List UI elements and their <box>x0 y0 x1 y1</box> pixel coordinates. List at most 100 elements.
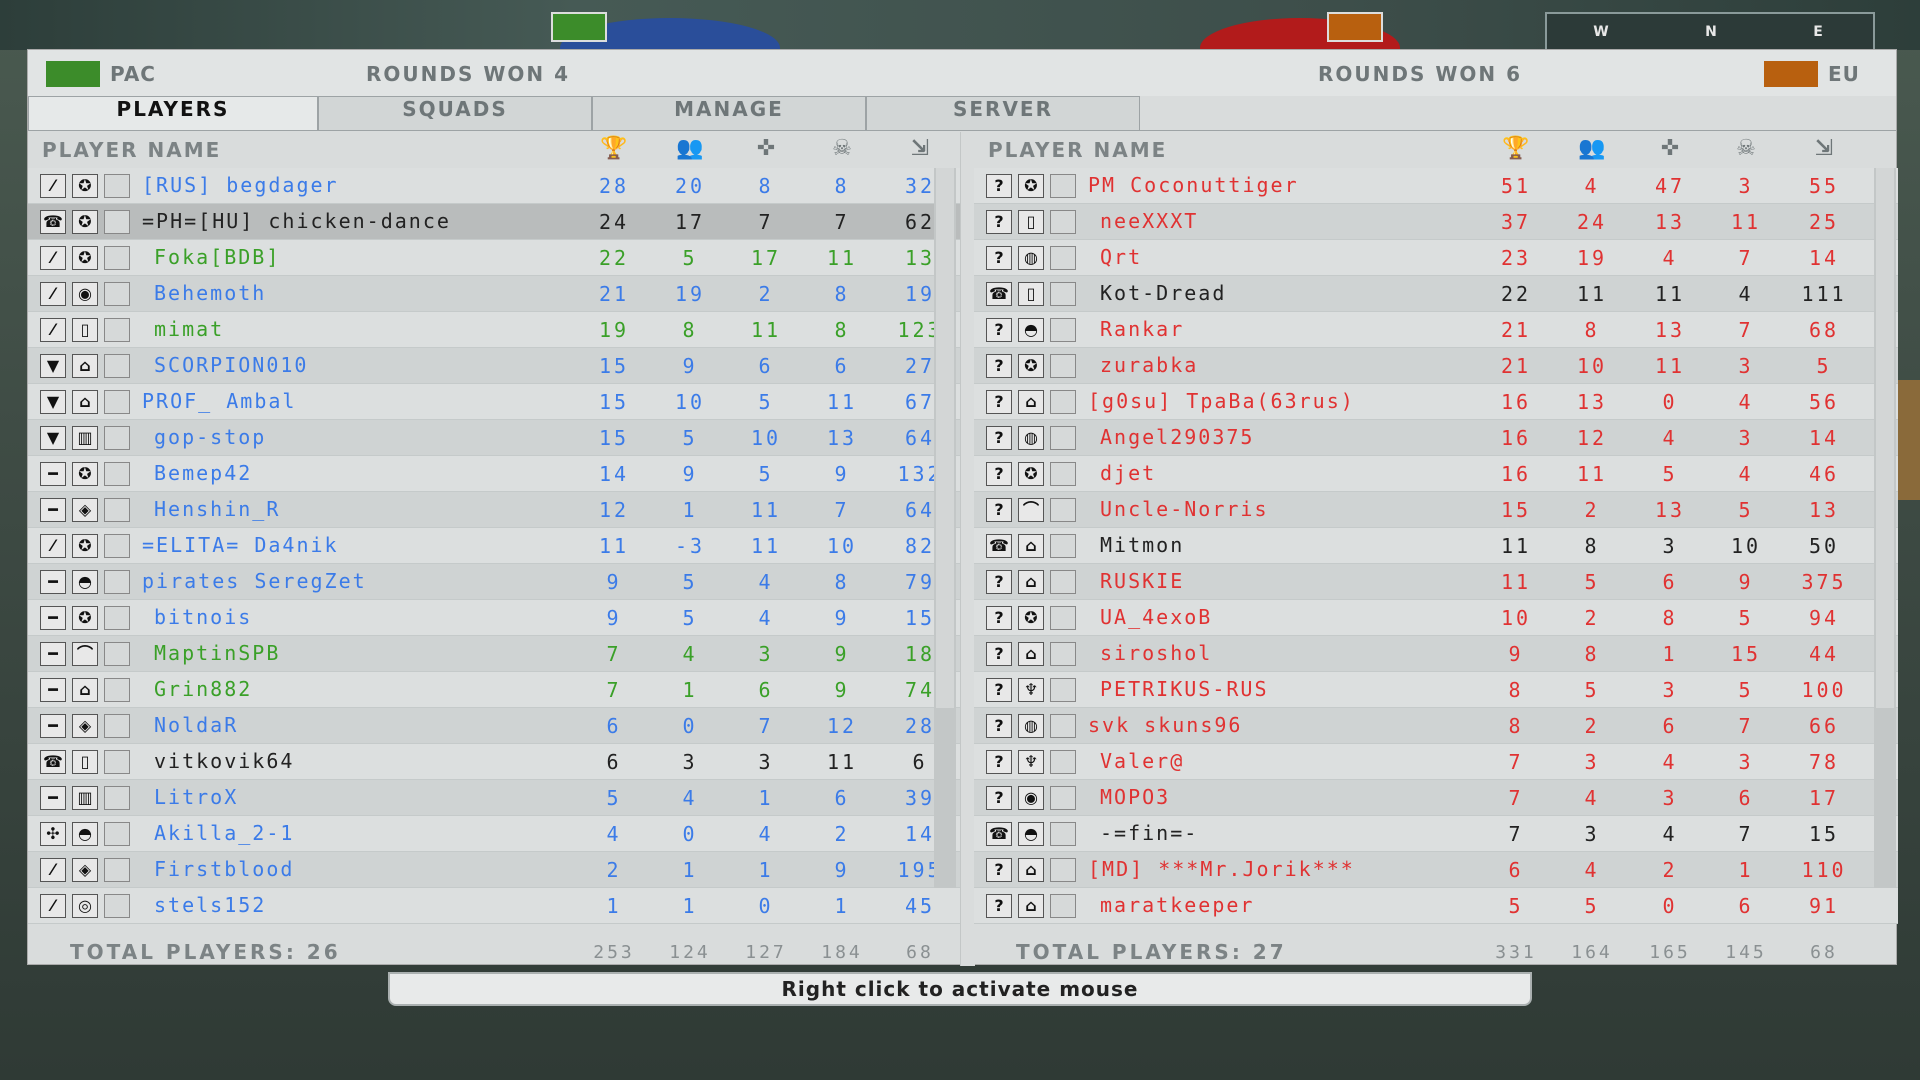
player-row[interactable]: ⁄ ✪ Foka[BDB] 22 5 17 11 13 <box>28 240 960 276</box>
player-row[interactable]: ⁄ ✪ [RUS] begdager 28 20 8 8 32 <box>28 168 960 204</box>
crosshair-icon[interactable]: ✜ <box>1653 136 1687 162</box>
player-row[interactable]: ━ ⌂ Grin882 7 1 6 9 74 <box>28 672 960 708</box>
player-row[interactable]: ? ⌂ maratkeeper 5 5 0 6 91 <box>974 888 1898 924</box>
player-name-header[interactable]: PLAYER NAME <box>988 138 1167 162</box>
player-row[interactable]: ? ▯ neeXXXT 37 24 13 11 25 <box>974 204 1898 240</box>
player-score: 10 <box>1500 606 1532 630</box>
eu-scroll-thumb[interactable] <box>1876 168 1894 708</box>
player-row[interactable]: ? ◍ svk skuns96 8 2 6 7 66 <box>974 708 1898 744</box>
player-ping: 68 <box>1808 318 1840 342</box>
player-row[interactable]: ━ ✪ Bemep42 14 9 5 9 132 <box>28 456 960 492</box>
player-ping: 5 <box>1816 354 1832 378</box>
player-row[interactable]: ? ✪ UA_4exoB 10 2 8 5 94 <box>974 600 1898 636</box>
player-name: NoldaR <box>154 713 239 737</box>
player-ping: 14 <box>1808 426 1840 450</box>
player-row[interactable]: ? ⌂ RUSKIE 11 5 6 9 375 <box>974 564 1898 600</box>
player-deaths: 11 <box>826 750 858 774</box>
player-row[interactable]: ☎ ▯ Kot-Dread 22 11 11 4 111 <box>974 276 1898 312</box>
tab-squads[interactable]: SQUADS <box>318 96 592 130</box>
player-row[interactable]: ? ⌂ [MD] ***Mr.Jorik*** 6 4 2 1 110 <box>974 852 1898 888</box>
compass-east: E <box>1813 24 1827 40</box>
player-row[interactable]: ? ♆ Valer@ 7 3 4 3 78 <box>974 744 1898 780</box>
player-teamwork: 4 <box>1662 246 1678 270</box>
score-trophy-icon[interactable]: 🏆 <box>597 136 631 162</box>
player-row[interactable]: ? ⌂ siroshol 9 8 1 15 44 <box>974 636 1898 672</box>
deaths-skull-icon[interactable]: ☠ <box>825 136 859 162</box>
deaths-skull-icon[interactable]: ☠ <box>1729 136 1763 162</box>
player-name-header[interactable]: PLAYER NAME <box>42 138 221 162</box>
ping-icon[interactable]: ⇲ <box>903 136 937 162</box>
player-row[interactable]: ━ ◓ pirates SeregZet 9 5 4 8 79 <box>28 564 960 600</box>
kills-soldiers-icon[interactable]: 👥 <box>673 136 707 162</box>
player-ping: 25 <box>1808 210 1840 234</box>
player-row[interactable]: ━ ▥ LitroX 5 4 1 6 39 <box>28 780 960 816</box>
tab-server[interactable]: SERVER <box>866 96 1140 130</box>
player-row[interactable]: ☎ ⌂ Mitmon 11 8 3 10 50 <box>974 528 1898 564</box>
player-kills: 17 <box>674 210 706 234</box>
squad-slot <box>1050 570 1076 594</box>
player-row[interactable]: ? ♆ PETRIKUS-RUS 8 5 3 5 100 <box>974 672 1898 708</box>
player-row[interactable]: ? ◓ Rankar 21 8 13 7 68 <box>974 312 1898 348</box>
player-row[interactable]: ☎ ▯ vitkovik64 6 3 3 11 6 <box>28 744 960 780</box>
rifle-kit-icon: ⁄ <box>40 246 66 270</box>
player-teamwork: 0 <box>1662 894 1678 918</box>
player-row[interactable]: ⁄ ▯ mimat 19 8 11 8 123 <box>28 312 960 348</box>
score-trophy-icon[interactable]: 🏆 <box>1499 136 1533 162</box>
player-row[interactable]: ⁄ ◎ stels152 1 1 0 1 45 <box>28 888 960 924</box>
player-teamwork: 2 <box>758 282 774 306</box>
player-row[interactable]: ? ◍ Angel290375 16 12 4 3 14 <box>974 420 1898 456</box>
player-deaths: 11 <box>826 246 858 270</box>
pac-total-players: TOTAL PLAYERS: 26 <box>70 940 341 964</box>
rank-icon: ▯ <box>72 318 98 342</box>
kills-soldiers-icon[interactable]: 👥 <box>1575 136 1609 162</box>
eu-scrollbar[interactable] <box>1874 168 1896 888</box>
player-name: Foka[BDB] <box>154 245 281 269</box>
player-row[interactable]: ? ◉ MOPO3 7 4 3 6 17 <box>974 780 1898 816</box>
total-ping: 68 <box>1810 942 1838 963</box>
squad-slot <box>1050 210 1076 234</box>
tab-manage[interactable]: MANAGE <box>592 96 866 130</box>
player-row[interactable]: ⁄ ✪ =ELITA= Da4nik 11 -3 11 10 82 <box>28 528 960 564</box>
player-row[interactable]: ▼ ▥ gop-stop 15 5 10 13 64 <box>28 420 960 456</box>
player-row[interactable]: ━ ⌒ MaptinSPB 7 4 3 9 18 <box>28 636 960 672</box>
player-row[interactable]: ━ ◈ NoldaR 6 0 7 12 28 <box>28 708 960 744</box>
player-row[interactable]: ━ ◈ Henshin_R 12 1 11 7 64 <box>28 492 960 528</box>
ping-icon[interactable]: ⇲ <box>1807 136 1841 162</box>
player-teamwork: 11 <box>1654 282 1686 306</box>
rifle-kit-icon: ⁄ <box>40 282 66 306</box>
pac-scrollbar[interactable] <box>934 168 956 888</box>
player-name: mimat <box>154 317 225 341</box>
player-teamwork: 8 <box>758 174 774 198</box>
commander-kit-icon: ☎ <box>986 534 1012 558</box>
player-row[interactable]: ▼ ⌂ SCORPION010 15 9 6 6 27 <box>28 348 960 384</box>
player-row[interactable]: ☎ ✪ =PH=[HU] chicken-dance 24 17 7 7 62 <box>28 204 960 240</box>
player-row[interactable]: ? ◍ Qrt 23 19 4 7 14 <box>974 240 1898 276</box>
player-row[interactable]: ? ✪ PM Coconuttiger 51 4 47 3 55 <box>974 168 1898 204</box>
player-score: 37 <box>1500 210 1532 234</box>
rank-icon: ◓ <box>1018 822 1044 846</box>
player-score: 6 <box>1508 858 1524 882</box>
tab-players[interactable]: PLAYERS <box>28 96 318 130</box>
player-row[interactable]: ⁄ ◈ Firstblood 2 1 1 9 195 <box>28 852 960 888</box>
player-name: RUSKIE <box>1100 569 1185 593</box>
player-name: Firstblood <box>154 857 295 881</box>
player-row[interactable]: ✣ ◓ Akilla_2-1 4 0 4 2 14 <box>28 816 960 852</box>
player-ping: 14 <box>1808 246 1840 270</box>
player-row[interactable]: ? ⌂ [g0su] TpaBa(63rus) 16 13 0 4 56 <box>974 384 1898 420</box>
commander-kit-icon: ☎ <box>986 822 1012 846</box>
player-row[interactable]: ▼ ⌂ PROF_ Ambal 15 10 5 11 67 <box>28 384 960 420</box>
pac-scroll-thumb[interactable] <box>936 168 954 708</box>
player-row[interactable]: ? ✪ zurabka 21 10 11 3 5 <box>974 348 1898 384</box>
player-row[interactable]: ? ✪ djet 16 11 5 4 46 <box>974 456 1898 492</box>
player-kills: 19 <box>674 282 706 306</box>
player-row[interactable]: ⁄ ◉ Behemoth 21 19 2 8 19 <box>28 276 960 312</box>
crosshair-icon[interactable]: ✜ <box>749 136 783 162</box>
player-kills: 1 <box>682 858 698 882</box>
player-row[interactable]: ☎ ◓ -=fin=- 7 3 4 7 15 <box>974 816 1898 852</box>
unknown-kit-icon: ? <box>986 606 1012 630</box>
player-row[interactable]: ━ ✪ bitnois 9 5 4 9 15 <box>28 600 960 636</box>
unknown-kit-icon: ? <box>986 570 1012 594</box>
squad-slot <box>1050 462 1076 486</box>
player-row[interactable]: ? ⌒ Uncle-Norris 15 2 13 5 13 <box>974 492 1898 528</box>
unknown-kit-icon: ? <box>986 642 1012 666</box>
